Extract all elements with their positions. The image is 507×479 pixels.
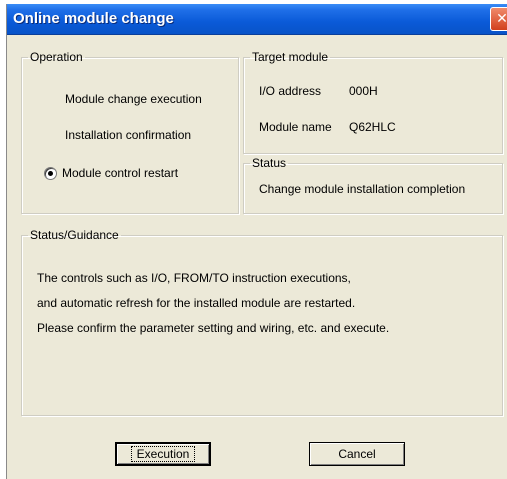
- close-icon[interactable]: ✕: [490, 7, 507, 31]
- title-bar[interactable]: Online module change ✕: [7, 4, 507, 35]
- module-name-value: Q62HLC: [349, 120, 396, 134]
- cancel-button[interactable]: Cancel: [309, 442, 405, 466]
- module-control-restart-radio[interactable]: [44, 167, 57, 180]
- guidance-line-1: The controls such as I/O, FROM/TO instru…: [37, 271, 351, 285]
- guidance-line-2: and automatic refresh for the installed …: [37, 296, 356, 310]
- status-legend: Status: [252, 156, 287, 170]
- execution-button-label: Execution: [130, 446, 196, 462]
- status-guidance-legend: Status/Guidance: [30, 228, 119, 242]
- execution-button[interactable]: Execution: [115, 442, 211, 466]
- target-module-legend: Target module: [252, 50, 329, 64]
- dialog-window: Online module change ✕ Operation Module …: [6, 4, 507, 479]
- guidance-line-3: Please confirm the parameter setting and…: [37, 321, 390, 335]
- io-address-value: 000H: [349, 84, 378, 98]
- operation-option-installation-confirmation: Installation confirmation: [65, 128, 192, 142]
- window-title: Online module change: [13, 10, 174, 27]
- io-address-label: I/O address: [259, 84, 322, 98]
- operation-legend: Operation: [30, 50, 83, 64]
- operation-option-module-control-restart[interactable]: Module control restart: [62, 166, 178, 180]
- radio-selected-dot: [48, 171, 53, 176]
- status-text: Change module installation completion: [259, 182, 466, 196]
- module-name-label: Module name: [259, 120, 332, 134]
- operation-option-module-change-execution: Module change execution: [65, 92, 202, 106]
- target-module-group: Target module: [243, 50, 503, 154]
